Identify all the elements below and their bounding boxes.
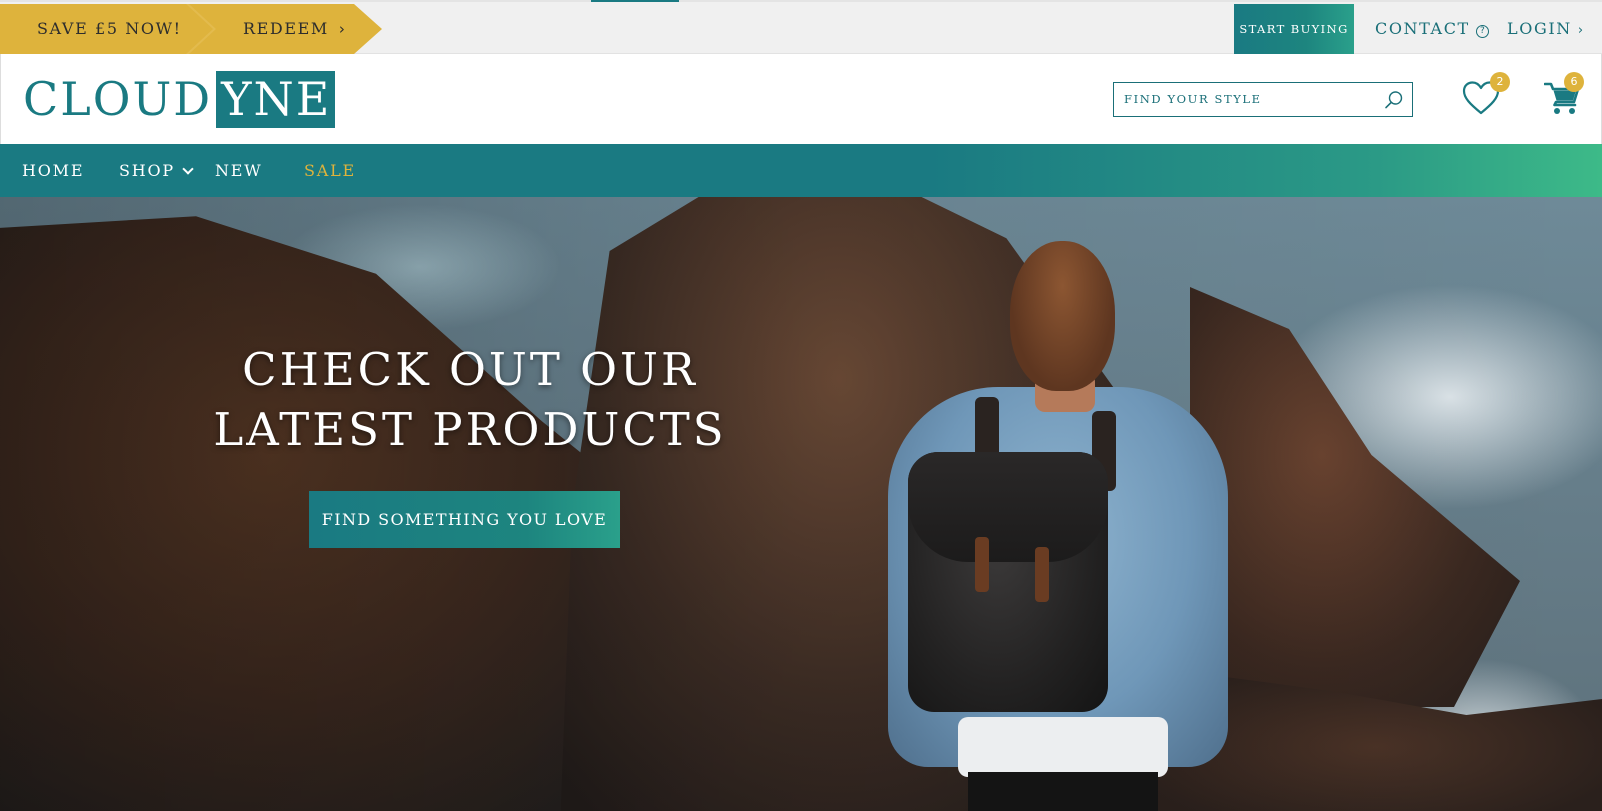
hero-image-backpack-flap: [908, 452, 1108, 562]
hero-overlay: [0, 197, 1602, 811]
nav-item-sale[interactable]: SALE: [304, 144, 356, 197]
promo-save-banner[interactable]: SAVE £5 NOW!: [0, 4, 221, 54]
hero-image-person-legs: [968, 772, 1158, 811]
search-icon[interactable]: [1384, 90, 1404, 110]
active-indicator: [591, 0, 679, 2]
nav-shop-label: SHOP: [119, 161, 175, 180]
login-link[interactable]: LOGIN ›: [1507, 4, 1583, 54]
hero-title: CHECK OUT OUR LATEST PRODUCTS: [200, 340, 740, 460]
nav-item-new[interactable]: NEW: [215, 144, 263, 197]
contact-link[interactable]: CONTACT?: [1375, 4, 1489, 54]
nav-home-label: HOME: [22, 161, 85, 180]
search-box: [1113, 82, 1413, 117]
promo-save-label: SAVE £5 NOW!: [37, 19, 182, 38]
site-header: CLOUDYNE 2 6: [0, 54, 1602, 144]
nav-sale-label: SALE: [304, 161, 357, 180]
cart-count-badge: 6: [1564, 72, 1584, 92]
redeem-link[interactable]: REDEEM ›: [188, 4, 382, 54]
start-buying-label: START BUYING: [1239, 22, 1349, 36]
hero-image-backpack-buckle: [975, 537, 989, 592]
help-icon: ?: [1475, 25, 1489, 38]
chevron-down-icon: [182, 163, 194, 175]
search-input[interactable]: [1114, 83, 1374, 115]
hero-image-person-shirt: [958, 717, 1168, 777]
hero-title-line-1: CHECK OUT OUR: [242, 343, 698, 396]
logo-text-cloud: CLOUD: [23, 72, 213, 126]
start-buying-button[interactable]: START BUYING: [1234, 4, 1354, 54]
hero-banner: CHECK OUT OUR LATEST PRODUCTS FIND SOMET…: [0, 197, 1602, 811]
hero-cta-label: FIND SOMETHING YOU LOVE: [321, 510, 608, 529]
redeem-label: REDEEM: [243, 19, 329, 38]
logo[interactable]: CLOUD YNE: [23, 71, 336, 128]
nav-item-shop[interactable]: SHOP: [119, 144, 194, 197]
contact-label: CONTACT: [1375, 19, 1470, 38]
hero-image-person-head: [1010, 241, 1115, 391]
nav-item-home[interactable]: HOME: [22, 144, 84, 197]
wishlist-count-badge: 2: [1490, 72, 1510, 92]
chevron-right-icon: ›: [1577, 23, 1584, 38]
main-nav: HOME SHOP NEW SALE: [0, 144, 1602, 197]
chevron-right-icon: ›: [338, 20, 347, 38]
logo-text-yne: YNE: [216, 71, 336, 128]
top-bar: SAVE £5 NOW! REDEEM › START BUYING CONTAC…: [0, 0, 1602, 54]
hero-title-line-2: LATEST PRODUCTS: [213, 403, 727, 456]
nav-new-label: NEW: [215, 161, 263, 180]
login-label: LOGIN: [1507, 19, 1572, 38]
hero-cta-button[interactable]: FIND SOMETHING YOU LOVE: [309, 491, 620, 548]
hero-image-backpack-buckle: [1035, 547, 1049, 602]
